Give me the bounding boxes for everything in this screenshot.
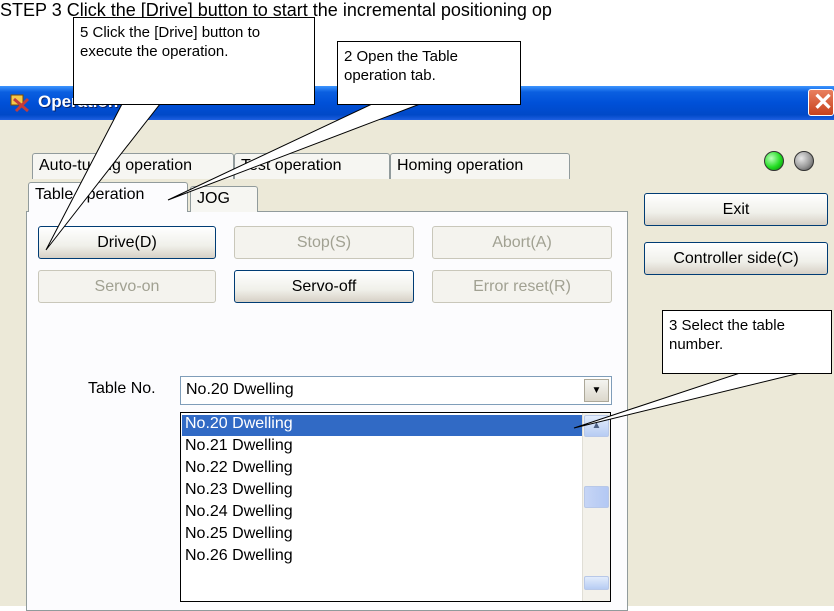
drive-button[interactable]: Drive(D): [38, 226, 216, 259]
stop-button[interactable]: Stop(S): [234, 226, 414, 259]
status-led-green: [764, 151, 784, 171]
chevron-down-icon[interactable]: ▼: [584, 379, 609, 402]
callout-step2: 2 Open the Table operation tab.: [337, 41, 521, 105]
tab-jog[interactable]: JOG: [190, 186, 258, 212]
callout-step3: 3 Select the table number.: [662, 310, 832, 374]
list-item[interactable]: No.20 Dwelling: [182, 415, 588, 436]
servo-off-button[interactable]: Servo-off: [234, 270, 414, 303]
tab-table-operation[interactable]: Table operation: [28, 182, 188, 212]
table-no-dropdown-list: No.20 Dwelling No.21 Dwelling No.22 Dwel…: [180, 412, 611, 602]
callout-step5: 5 Click the [Drive] button to execute th…: [73, 17, 315, 105]
table-no-select[interactable]: No.20 Dwelling: [180, 376, 612, 405]
list-item[interactable]: No.21 Dwelling: [185, 437, 293, 458]
scroll-thumb[interactable]: [584, 486, 609, 508]
list-item[interactable]: No.22 Dwelling: [185, 459, 293, 480]
status-led-gray: [794, 151, 814, 171]
close-button[interactable]: ✕: [808, 89, 834, 116]
error-reset-button[interactable]: Error reset(R): [432, 270, 612, 303]
list-item[interactable]: No.23 Dwelling: [185, 481, 293, 502]
exit-button[interactable]: Exit: [644, 193, 828, 226]
close-icon: ✕: [813, 89, 834, 116]
controller-side-button[interactable]: Controller side(C): [644, 242, 828, 275]
abort-button[interactable]: Abort(A): [432, 226, 612, 259]
list-item[interactable]: No.26 Dwelling: [185, 547, 293, 568]
servo-on-button[interactable]: Servo-on: [38, 270, 216, 303]
table-no-label: Table No.: [88, 380, 156, 397]
tab-auto-tuning[interactable]: Auto-tuning operation: [32, 153, 234, 179]
list-item[interactable]: No.24 Dwelling: [185, 503, 293, 524]
scroll-up-icon[interactable]: ▲: [584, 415, 609, 437]
list-item[interactable]: No.25 Dwelling: [185, 525, 293, 546]
app-icon: [10, 93, 32, 113]
tab-test-operation[interactable]: Test operation: [234, 153, 390, 179]
tab-homing-operation[interactable]: Homing operation: [390, 153, 570, 179]
scroll-down-icon[interactable]: [584, 576, 609, 590]
